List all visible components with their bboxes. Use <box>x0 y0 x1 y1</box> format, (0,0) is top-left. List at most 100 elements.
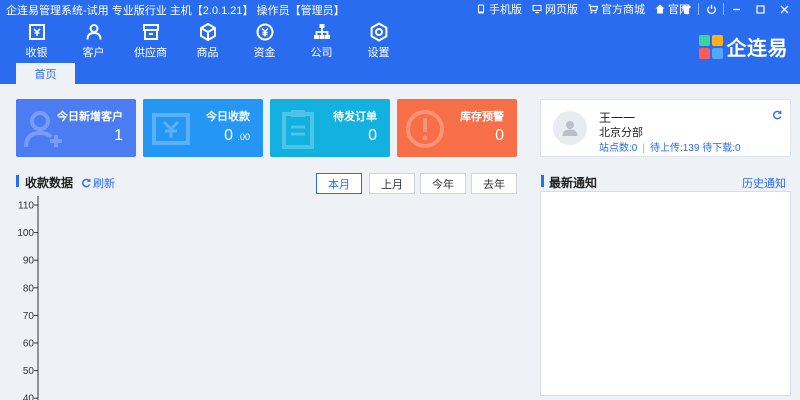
card-stock-alert-label: 库存预警 <box>460 111 504 123</box>
pending-download[interactable]: 待下载:0 <box>702 143 740 154</box>
pending-upload[interactable]: 待上传:139 <box>650 143 699 154</box>
web-version-label: 网页版 <box>545 4 578 16</box>
top-links: 手机版 网页版 官方商城 官网 <box>476 1 690 17</box>
nav-funds-label: 资金 <box>253 47 276 59</box>
separator: | <box>642 143 645 154</box>
refresh-label: 刷新 <box>93 178 115 190</box>
close-button[interactable] <box>772 0 796 18</box>
y-tick-label: 60 <box>23 339 35 350</box>
user-branch: 北京分部 <box>599 127 643 139</box>
nav-supplier[interactable]: 供应商 <box>122 22 179 60</box>
y-tick-label: 80 <box>23 283 35 294</box>
minimize-icon <box>732 8 740 10</box>
section-marker <box>541 175 544 187</box>
skin-button[interactable] <box>674 0 698 18</box>
maximize-icon <box>755 4 765 14</box>
tab-home[interactable]: 首页 <box>16 63 75 84</box>
nav-customer[interactable]: 客户 <box>65 22 122 60</box>
card-new-customers-label: 今日新增客户 <box>57 111 123 123</box>
monitor-icon <box>532 5 542 14</box>
y-tick-label: 70 <box>23 311 35 322</box>
card-today-collection-label: 今日收款 <box>206 111 250 123</box>
customer-icon <box>86 24 101 40</box>
home-icon <box>655 4 665 14</box>
y-tick-label: 100 <box>17 228 34 239</box>
refresh-icon[interactable] <box>772 110 782 120</box>
minimize-button[interactable] <box>724 0 748 18</box>
mobile-version-label: 手机版 <box>489 4 522 16</box>
user-avatar-icon <box>562 121 578 136</box>
nav-settings[interactable]: 设置 <box>350 22 407 60</box>
refresh-icon <box>82 178 91 188</box>
nav-cashier[interactable]: 收银 <box>8 22 65 60</box>
brand-logo: 企连易 <box>698 32 789 61</box>
section-marker <box>16 175 19 187</box>
cashier-icon <box>152 113 190 145</box>
nav-company[interactable]: 公司 <box>293 22 350 60</box>
user-card: 王一一 北京分部 站点数:0 | 待上传:139 待下载:0 <box>540 99 791 157</box>
card-today-collection-value: 0 .00 <box>224 127 250 145</box>
user-sync-stats: 站点数:0 | 待上传:139 待下载:0 <box>599 139 789 154</box>
avatar[interactable] <box>553 111 587 145</box>
card-stock-alert-value: 0 <box>495 127 504 144</box>
window-title: 企连易管理系统-试用 专业版行业 主机【2.0.1.21】 操作员【管理员】 <box>6 5 345 17</box>
settings-icon <box>370 22 387 42</box>
funds-icon <box>256 23 273 41</box>
nav-settings-label: 设置 <box>367 47 390 59</box>
mobile-version-link[interactable]: 手机版 <box>476 1 522 17</box>
mobile-icon <box>478 4 484 14</box>
alert-icon <box>406 110 444 148</box>
company-icon <box>313 24 330 39</box>
power-icon <box>706 4 716 14</box>
title-bar: 企连易管理系统-试用 专业版行业 主机【2.0.1.21】 操作员【管理员】 手… <box>0 0 800 18</box>
nav-product[interactable]: 商品 <box>179 22 236 60</box>
refresh-button[interactable]: 刷新 <box>81 175 115 191</box>
card-pending-orders[interactable]: 待发订单 0 <box>270 99 390 157</box>
cashier-icon <box>28 24 45 40</box>
official-store-label: 官方商城 <box>601 4 645 16</box>
power-button[interactable] <box>699 0 723 18</box>
supplier-icon <box>142 24 159 40</box>
brand-name: 企连易 <box>726 38 788 60</box>
window-controls <box>674 0 796 18</box>
y-tick-label: 50 <box>23 366 35 377</box>
nav-company-label: 公司 <box>310 47 333 59</box>
period-last-year-button[interactable]: 去年 <box>471 173 517 194</box>
history-notices-link[interactable]: 历史通知 <box>742 175 786 191</box>
card-pending-orders-label: 待发订单 <box>333 111 377 123</box>
app-header: 企连易管理系统-试用 专业版行业 主机【2.0.1.21】 操作员【管理员】 手… <box>0 0 800 84</box>
nav-supplier-label: 供应商 <box>134 47 167 59</box>
y-tick-label: 40 <box>23 394 35 400</box>
card-new-customers[interactable]: 今日新增客户 1 <box>16 99 136 157</box>
card-today-collection-decimals: .00 <box>237 132 250 142</box>
notice-list <box>540 191 791 396</box>
clipboard-icon <box>282 110 314 149</box>
cart-icon <box>588 4 598 14</box>
collection-title: 收款数据 <box>25 176 74 190</box>
card-today-collection[interactable]: 今日收款 0 .00 <box>143 99 263 157</box>
site-count[interactable]: 站点数:0 <box>599 143 637 154</box>
nav-product-label: 商品 <box>196 47 219 59</box>
y-tick-label: 110 <box>18 201 34 212</box>
official-store-link[interactable]: 官方商城 <box>588 1 645 17</box>
collection-chart: 110 100 90 80 70 60 50 40 <box>17 196 39 400</box>
card-today-collection-integer: 0 <box>224 127 234 144</box>
card-pending-orders-value: 0 <box>368 127 377 144</box>
main-nav: 收银 客户 供应商 商品 资金 公司 设置 <box>8 22 407 60</box>
y-tick-label: 90 <box>23 256 35 267</box>
card-stock-alert[interactable]: 库存预警 0 <box>397 99 517 157</box>
nav-cashier-label: 收银 <box>25 47 48 59</box>
web-version-link[interactable]: 网页版 <box>532 1 578 17</box>
period-this-month-button[interactable]: 本月 <box>316 173 362 194</box>
nav-funds[interactable]: 资金 <box>236 22 293 60</box>
close-icon <box>780 5 788 13</box>
product-icon <box>199 23 216 41</box>
period-this-year-button[interactable]: 今年 <box>420 173 466 194</box>
shirt-icon <box>681 4 691 14</box>
notices-title: 最新通知 <box>549 176 598 190</box>
period-last-month-button[interactable]: 上月 <box>369 173 415 194</box>
card-new-customers-value: 1 <box>114 127 123 144</box>
brand-mark-icon <box>698 34 723 59</box>
nav-customer-label: 客户 <box>82 47 105 59</box>
maximize-button[interactable] <box>748 0 772 18</box>
